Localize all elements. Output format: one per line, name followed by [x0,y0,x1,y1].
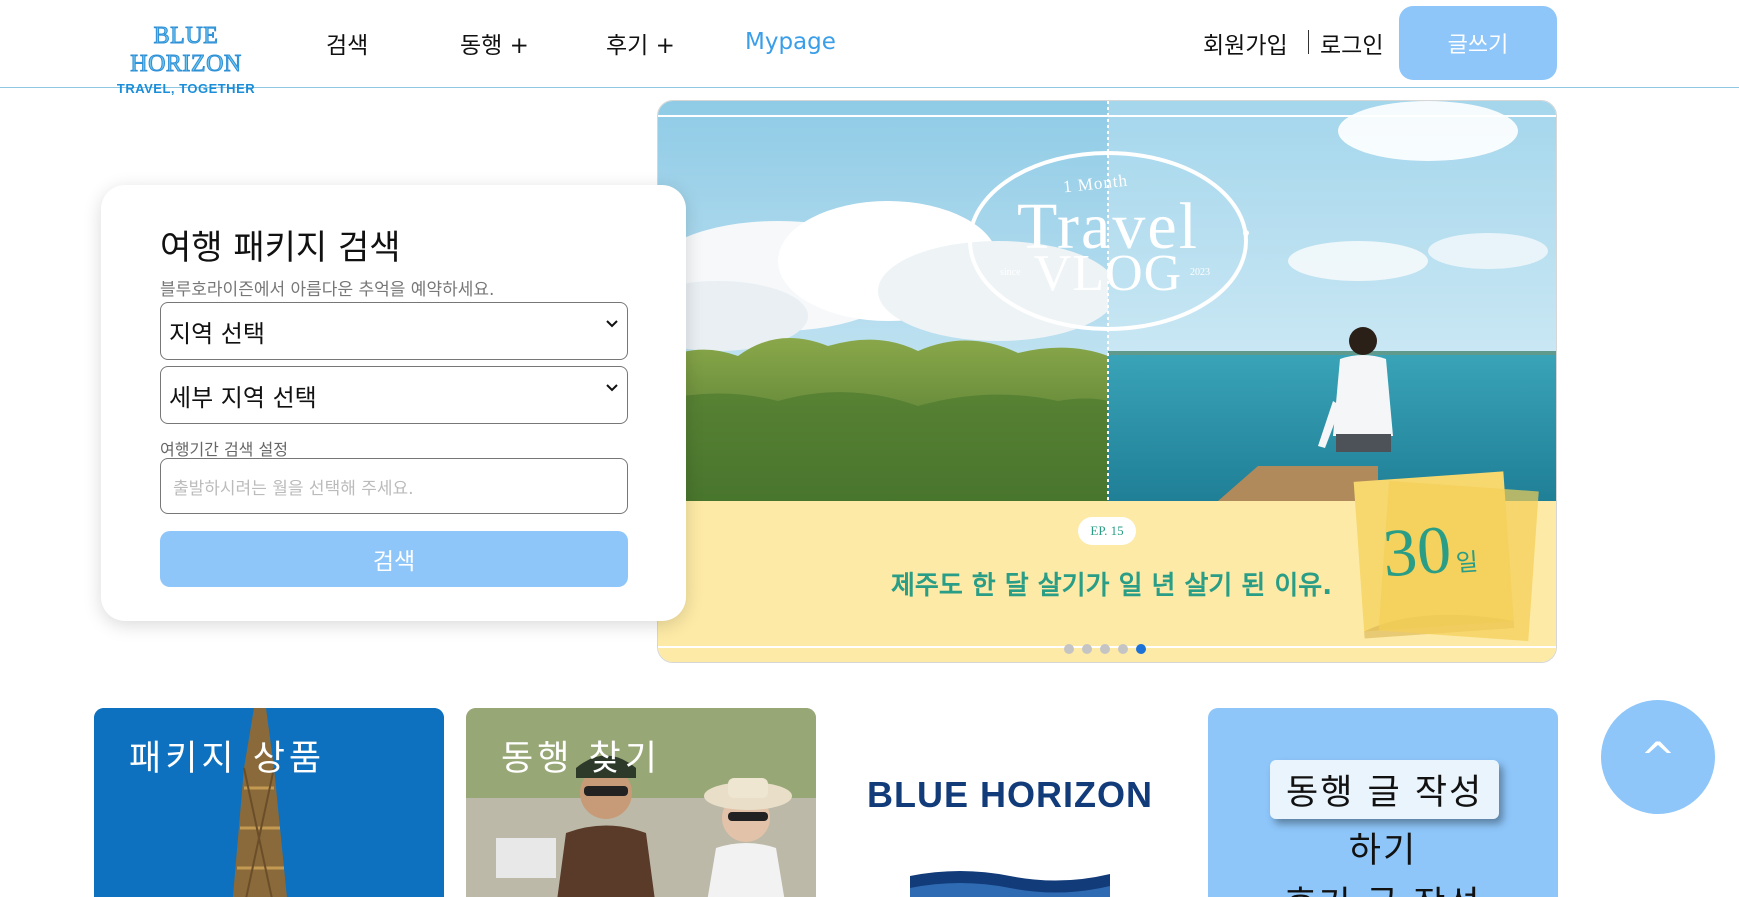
nav-review[interactable]: 후기 + [606,26,675,60]
logo-main-text: BLUE HORIZON [130,23,242,78]
banner-title-line2: VLOG [1033,245,1183,302]
scroll-top-button[interactable]: ^ [1601,700,1715,814]
brand-tile: BLUE HORIZON [865,708,1215,897]
write-review-link[interactable]: 후기 글 작성 [1208,876,1558,897]
wave-logo-icon [910,871,1110,897]
write-companion-link[interactable]: 동행 글 작성 [1270,760,1500,819]
period-label: 여행기간 검색 설정 [160,440,288,459]
logo-sub-text: TRAVEL, TOGETHER [116,81,256,96]
slide-dot-3[interactable] [1100,644,1110,654]
slide-indicator [1064,644,1146,654]
episode-badge: EP. 15 [1078,517,1136,545]
nav-search[interactable]: 검색 [326,26,368,60]
departure-month-input[interactable]: 출발하시려는 월을 선택해 주세요. [160,458,628,514]
subregion-select-value: 세부 지역 선택 [169,383,317,412]
write-button[interactable]: 글쓰기 [1399,6,1557,80]
chevron-down-icon [606,320,618,328]
package-tile-label: 패키지 상품 [129,739,326,779]
region-select-value: 지역 선택 [169,319,265,348]
slide-dot-1[interactable] [1064,644,1074,654]
brand-tile-text: BLUE HORIZON [867,774,1153,815]
companion-tile-label: 동행 찾기 [501,739,661,779]
caret-up-icon: ^ [1640,732,1676,782]
signup-link[interactable]: 회원가입 [1203,26,1288,60]
post-it-number: 30 [1380,510,1454,592]
subregion-select[interactable]: 세부 지역 선택 [160,366,628,424]
post-it-unit: 일 [1455,549,1479,578]
nav-mypage[interactable]: Mypage [745,29,836,55]
banner-since: since [1000,267,1021,278]
region-select[interactable]: 지역 선택 [160,302,628,360]
package-search-card: 여행 패키지 검색 블루호라이즌에서 아름다운 추억을 예약하세요. 지역 선택… [101,185,686,621]
package-tile[interactable]: 패키지 상품 [94,708,444,897]
site-header: BLUE HORIZON TRAVEL, TOGETHER 검색 동행 + 후기… [0,0,1739,97]
search-subtitle: 블루호라이즌에서 아름다운 추억을 예약하세요. [160,280,495,300]
hero-banner[interactable]: 1 Month Travel VLOG since 2023 EP. 15 제주… [657,100,1557,663]
companion-tile[interactable]: 동행 찾기 [466,708,816,897]
search-button[interactable]: 검색 [160,531,628,587]
nav-companion[interactable]: 동행 + [460,26,529,60]
slide-dot-5[interactable] [1136,644,1146,654]
banner-year: 2023 [1190,267,1210,278]
auth-divider [1308,30,1309,54]
chevron-down-icon [606,384,618,392]
banner-caption: 제주도 한 달 살기가 일 년 살기 된 이유. [891,571,1333,601]
write-tile[interactable]: 동행 글 작성 하기 후기 글 작성 [1208,708,1558,897]
search-title: 여행 패키지 검색 [160,228,401,268]
slide-dot-2[interactable] [1082,644,1092,654]
login-link[interactable]: 로그인 [1320,26,1383,60]
logo[interactable]: BLUE HORIZON TRAVEL, TOGETHER [96,22,276,97]
post-it-days: 30 일 [1380,508,1479,593]
write-companion-suffix: 하기 [1348,831,1418,871]
slide-dot-4[interactable] [1118,644,1128,654]
